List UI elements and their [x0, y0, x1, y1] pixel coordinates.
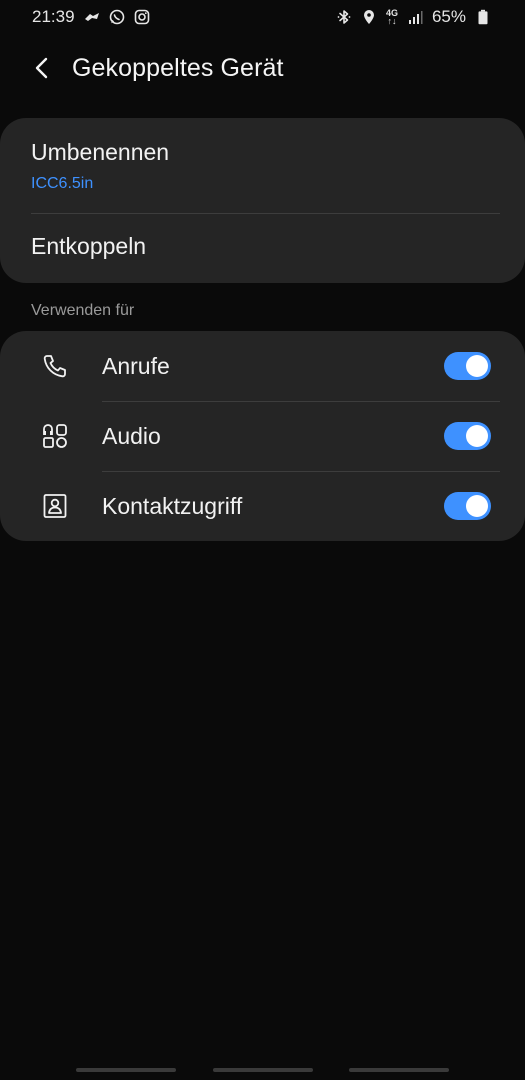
usage-row-audio[interactable]: Audio	[0, 401, 525, 471]
network-type-indicator: 4G ↑↓	[386, 9, 398, 26]
nav-back-hint[interactable]	[349, 1068, 449, 1072]
toggle-knob	[466, 425, 488, 447]
section-header-use-for: Verwenden für	[31, 302, 135, 319]
audio-toggle[interactable]	[444, 422, 491, 450]
contacts-toggle[interactable]	[444, 492, 491, 520]
usage-row-contacts[interactable]: Kontaktzugriff	[0, 471, 525, 541]
app-header: Gekoppeltes Gerät	[0, 44, 525, 92]
chevron-left-icon	[35, 57, 48, 79]
unpair-label: Entkoppeln	[31, 233, 147, 259]
whatsapp-icon	[109, 9, 125, 25]
calls-label: Anrufe	[102, 353, 170, 379]
back-button[interactable]	[24, 50, 60, 86]
nav-home-hint[interactable]	[213, 1068, 313, 1072]
audio-label: Audio	[102, 423, 161, 449]
usage-row-calls[interactable]: Anrufe	[0, 331, 525, 401]
location-icon	[361, 9, 377, 25]
status-time: 21:39	[32, 7, 75, 26]
contacts-label: Kontaktzugriff	[102, 493, 243, 519]
instagram-icon	[134, 9, 150, 25]
status-left: 21:39	[32, 7, 150, 27]
battery-percent: 65%	[431, 7, 466, 26]
audio-icon	[41, 422, 69, 450]
status-bar: 21:39 4G ↑↓ 65%	[0, 0, 525, 34]
notification-app-icon	[84, 9, 100, 25]
device-name: ICC6.5in	[31, 175, 94, 192]
calls-toggle[interactable]	[444, 352, 491, 380]
rename-item[interactable]: Umbenennen ICC6.5in	[0, 118, 525, 213]
network-activity-label: ↑↓	[387, 16, 397, 26]
nav-recents-hint[interactable]	[76, 1068, 176, 1072]
toggle-knob	[466, 495, 488, 517]
unpair-item[interactable]: Entkoppeln	[0, 214, 525, 283]
device-settings-card: Umbenennen ICC6.5in Entkoppeln	[0, 118, 525, 283]
toggle-knob	[466, 355, 488, 377]
signal-icon	[407, 9, 423, 25]
page-title: Gekoppeltes Gerät	[72, 53, 284, 82]
contact-icon	[41, 492, 69, 520]
rename-label: Umbenennen	[31, 139, 170, 165]
status-right: 4G ↑↓ 65%	[336, 7, 491, 27]
bluetooth-icon	[336, 9, 352, 25]
phone-icon	[41, 352, 69, 380]
battery-icon	[475, 9, 491, 25]
usage-card: Anrufe Audio Kontaktzugriff	[0, 331, 525, 541]
